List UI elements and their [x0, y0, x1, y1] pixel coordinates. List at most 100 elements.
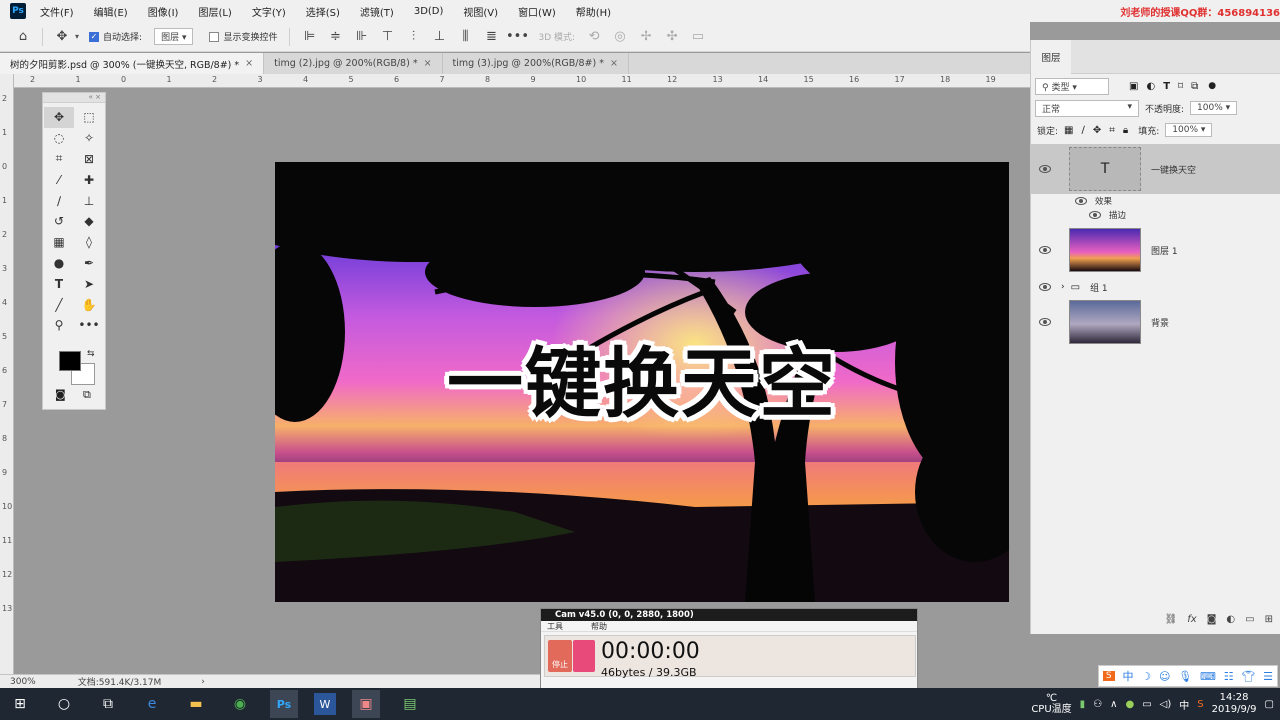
- new-group-folder-icon[interactable]: ▭: [1245, 614, 1254, 625]
- lock-position-icon[interactable]: ✥: [1093, 125, 1101, 136]
- more-tools-icon[interactable]: •••: [74, 315, 104, 336]
- ime-menu-icon[interactable]: ☰: [1263, 670, 1273, 683]
- marquee-tool-icon[interactable]: ⬚: [74, 107, 104, 128]
- menu-window[interactable]: 窗口(W): [518, 4, 556, 19]
- align-bottom-icon[interactable]: ⊥: [430, 28, 448, 46]
- tab-document-2[interactable]: timg (2).jpg @ 200%(RGB/8) * ×: [264, 53, 443, 74]
- link-layers-icon[interactable]: ⛓: [1165, 614, 1178, 625]
- menu-select[interactable]: 选择(S): [306, 4, 340, 19]
- filter-adjustment-icon[interactable]: ◐: [1146, 81, 1155, 92]
- visibility-eye-icon[interactable]: [1039, 283, 1051, 291]
- ime-tools-icon[interactable]: ☷: [1224, 670, 1234, 683]
- toolbox-header[interactable]: « ×: [43, 93, 105, 103]
- tray-expand-icon[interactable]: ∧: [1110, 699, 1117, 710]
- brush-tool-icon[interactable]: ∕: [44, 190, 74, 211]
- lock-artboard-icon[interactable]: ⌗: [1109, 125, 1115, 136]
- swap-colors-icon[interactable]: ⇆: [87, 349, 95, 359]
- quick-mask-icon[interactable]: ◙: [55, 388, 66, 401]
- move-tool-icon[interactable]: ✥: [44, 107, 74, 128]
- photoshop-taskbar-icon[interactable]: Ps: [270, 690, 298, 718]
- layer-effects-row[interactable]: 效果: [1031, 194, 1280, 208]
- menu-type[interactable]: 文字(Y): [252, 4, 286, 19]
- network-icon[interactable]: ▭: [1142, 699, 1151, 710]
- ime-language-toggle[interactable]: 中: [1122, 668, 1133, 684]
- menu-filter[interactable]: 滤镜(T): [360, 4, 394, 19]
- sogou-logo-icon[interactable]: S: [1102, 671, 1115, 681]
- show-transform-checkbox[interactable]: [209, 31, 220, 42]
- 3d-drag-icon[interactable]: ✢: [637, 28, 655, 46]
- align-top-icon[interactable]: ⊤: [378, 28, 396, 46]
- eyedropper-tool-icon[interactable]: ⁄: [44, 169, 74, 190]
- blur-tool-icon[interactable]: ◊: [74, 232, 104, 253]
- windows-start-icon[interactable]: ⊞: [6, 690, 34, 718]
- 3d-camera-icon[interactable]: ▭: [689, 28, 707, 46]
- auto-select-dropdown[interactable]: 图层 ▾: [154, 28, 194, 45]
- zoom-tool-icon[interactable]: ⚲: [44, 315, 74, 336]
- align-right-icon[interactable]: ⊪: [352, 28, 370, 46]
- blend-mode-dropdown[interactable]: 正常 ▾: [1035, 99, 1139, 117]
- zoom-level[interactable]: 300%: [10, 677, 36, 687]
- fx-icon[interactable]: fx: [1187, 614, 1196, 625]
- dodge-tool-icon[interactable]: ●: [44, 253, 74, 274]
- hand-tool-icon[interactable]: ✋: [74, 294, 104, 315]
- layer-row-image[interactable]: 图层 1: [1031, 226, 1280, 274]
- filter-shape-icon[interactable]: ⌑: [1178, 81, 1183, 92]
- foreground-color-swatch[interactable]: [59, 351, 81, 371]
- tab-document-3[interactable]: timg (3).jpg @ 200%(RGB/8#) * ×: [443, 53, 629, 74]
- cam-recorder-taskbar-icon[interactable]: ▣: [352, 690, 380, 718]
- status-arrow-icon[interactable]: ›: [201, 677, 205, 687]
- filter-smart-object-icon[interactable]: ⧉: [1191, 81, 1198, 92]
- ime-skin-icon[interactable]: 👕︎: [1241, 670, 1255, 683]
- chevron-down-icon[interactable]: ▾: [75, 32, 79, 41]
- chrome-browser-icon[interactable]: ◉: [226, 690, 254, 718]
- lasso-tool-icon[interactable]: ◌: [44, 128, 74, 149]
- ime-emoji-icon[interactable]: ☺: [1159, 670, 1170, 683]
- menu-edit[interactable]: 编辑(E): [94, 4, 128, 19]
- tab-document-1[interactable]: 树的夕阳剪影.psd @ 300% (一键换天空, RGB/8#) * ×: [0, 53, 265, 74]
- visibility-eye-icon[interactable]: [1075, 197, 1087, 205]
- align-left-icon[interactable]: ⊫: [300, 28, 318, 46]
- path-select-tool-icon[interactable]: ➤: [74, 273, 104, 294]
- lock-pixels-icon[interactable]: ∕: [1082, 125, 1085, 136]
- auto-select-checkbox[interactable]: ✓: [89, 31, 100, 42]
- cam-menu-tools[interactable]: 工具: [547, 621, 563, 631]
- distribute-v-icon[interactable]: ≣: [482, 28, 500, 46]
- more-options-icon[interactable]: •••: [506, 28, 529, 46]
- close-icon[interactable]: ×: [610, 58, 618, 69]
- visibility-eye-icon[interactable]: [1039, 165, 1051, 173]
- file-explorer-icon[interactable]: ▬: [182, 690, 210, 718]
- visibility-eye-icon[interactable]: [1089, 211, 1101, 219]
- sogou-tray-icon[interactable]: S: [1197, 699, 1203, 710]
- pen-tool-icon[interactable]: ✒: [74, 253, 104, 274]
- menu-3d[interactable]: 3D(D): [414, 6, 444, 17]
- stop-record-button[interactable]: 停止: [548, 640, 572, 672]
- opacity-input[interactable]: 100% ▾: [1190, 101, 1238, 115]
- eraser-tool-icon[interactable]: ◆: [74, 211, 104, 232]
- 3d-roll-icon[interactable]: ◎: [611, 28, 629, 46]
- filter-toggle-icon[interactable]: ●: [1208, 81, 1216, 91]
- crop-tool-icon[interactable]: ⌗: [44, 149, 74, 170]
- layer-row-text[interactable]: T 一键换天空: [1031, 144, 1280, 194]
- notification-icon[interactable]: ▢: [1265, 699, 1274, 710]
- align-middle-icon[interactable]: ⫶: [404, 28, 422, 46]
- chevron-right-icon[interactable]: ›: [1061, 282, 1065, 292]
- filter-type-dropdown[interactable]: ⚲ 类型 ▾: [1035, 77, 1109, 95]
- layer-row-background[interactable]: 背景: [1031, 298, 1280, 346]
- edge-browser-icon[interactable]: e: [138, 690, 166, 718]
- menu-view[interactable]: 视图(V): [463, 4, 498, 19]
- visibility-eye-icon[interactable]: [1039, 318, 1051, 326]
- magic-wand-tool-icon[interactable]: ✧: [74, 128, 104, 149]
- 3d-slide-icon[interactable]: ✣: [663, 28, 681, 46]
- frame-tool-icon[interactable]: ⊠: [74, 149, 104, 170]
- clock[interactable]: 14:28 2019/9/9: [1212, 692, 1257, 716]
- distribute-icon[interactable]: ⫼: [456, 28, 474, 46]
- visibility-eye-icon[interactable]: [1039, 246, 1051, 254]
- healing-brush-tool-icon[interactable]: ✚: [74, 169, 104, 190]
- lock-all-icon[interactable]: 🔒︎: [1123, 125, 1128, 136]
- history-brush-tool-icon[interactable]: ↺: [44, 211, 74, 232]
- volume-icon[interactable]: ◁): [1160, 699, 1172, 710]
- tab-layers[interactable]: 图层: [1031, 40, 1071, 74]
- document-canvas[interactable]: 一键换天空: [275, 162, 1009, 602]
- ime-tray-indicator[interactable]: 中: [1179, 697, 1189, 712]
- menu-file[interactable]: 文件(F): [40, 4, 74, 19]
